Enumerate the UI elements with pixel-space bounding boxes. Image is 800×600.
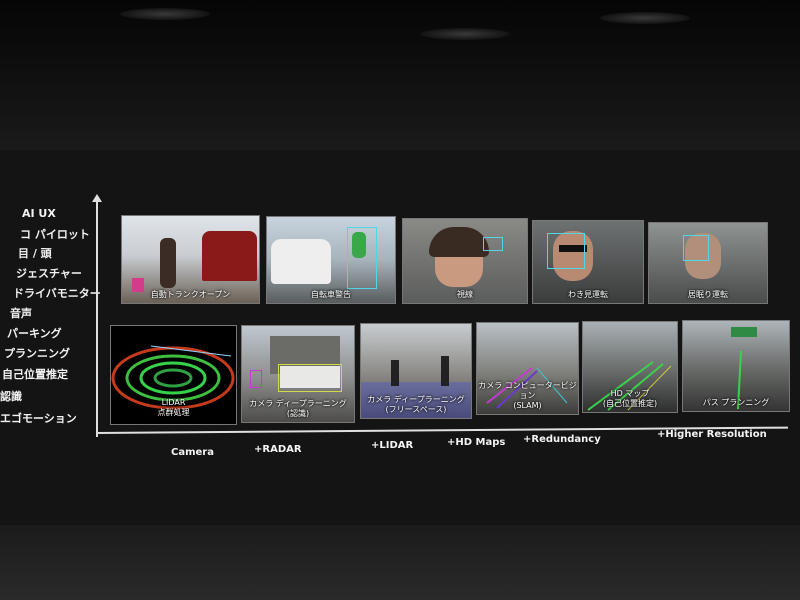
detection-box xyxy=(278,364,342,392)
tile-gaze: 視線 xyxy=(402,218,528,304)
person-shape xyxy=(160,238,176,288)
axis-label-gesture: ジェスチャー xyxy=(16,267,82,280)
tile-caption: わき見運転 xyxy=(568,290,608,299)
tile-caption: カメラ ディープラーニング (フリースペース) xyxy=(361,395,471,415)
tile-drowsy-driving: 居眠り運転 xyxy=(648,222,768,304)
axis-label-planning: プランニング xyxy=(4,347,70,360)
tile-caption: 居眠り運転 xyxy=(688,290,728,299)
x-label-camera: Camera xyxy=(171,447,214,458)
tile-hd-map: HD マップ (自己位置推定) xyxy=(582,321,678,413)
road-sign-shape xyxy=(731,327,757,337)
ceiling-light xyxy=(420,28,510,40)
tile-lidar: LIDAR 点群処理 xyxy=(110,325,237,425)
tile-caption: パス プランニング xyxy=(683,398,789,408)
detection-box xyxy=(683,235,709,261)
tile-distracted-driving: わき見運転 xyxy=(532,220,644,304)
axis-label-voice: 音声 xyxy=(10,307,32,320)
detection-box xyxy=(347,227,377,289)
axis-label-ai-ux: AI UX xyxy=(22,207,56,220)
tile-caption: 自動トランクオープン xyxy=(150,290,231,299)
tile-path-planning: パス プランニング xyxy=(682,320,790,412)
suv-shape xyxy=(202,231,257,281)
caption-line2: (認識) xyxy=(286,409,310,418)
axis-label-perception: 認識 xyxy=(0,390,22,403)
pedestrian-shape xyxy=(391,360,399,386)
caption-line1: LIDAR xyxy=(161,398,186,407)
caption-line1: HD マップ xyxy=(610,389,650,398)
axis-label-ego-motion: エゴモーション xyxy=(0,412,77,425)
tile-caption: HD マップ (自己位置推定) xyxy=(583,389,677,409)
axis-label-copilot: コ パイロット xyxy=(20,228,90,241)
caption-line1: カメラ コンピュータービジョン xyxy=(478,381,577,400)
caption-line2: (自己位置推定) xyxy=(602,399,658,408)
tile-camera-dl-freespace: カメラ ディープラーニング (フリースペース) xyxy=(360,323,472,419)
pedestrian-shape xyxy=(441,356,449,386)
tile-bicycle-warning: 自転車警告 xyxy=(266,216,396,304)
x-label-lidar: +LIDAR xyxy=(371,440,414,451)
axis-label-eye-head: 目 / 頭 xyxy=(18,247,52,260)
vertical-axis xyxy=(96,200,98,437)
detection-box xyxy=(547,233,585,269)
tile-auto-trunk: 自動トランクオープン xyxy=(121,215,260,304)
tile-camera-dl-perception: カメラ ディープラーニング (認識) xyxy=(241,325,355,423)
tile-camera-cv-slam: カメラ コンピュータービジョン (SLAM) xyxy=(476,322,579,415)
x-label-higher-resolution: +Higher Resolution xyxy=(657,429,767,440)
tile-caption: カメラ コンピュータービジョン (SLAM) xyxy=(477,381,578,411)
x-label-redundancy: +Redundancy xyxy=(523,434,601,445)
detection-box xyxy=(250,370,262,388)
tile-caption: 視線 xyxy=(457,290,473,299)
caption-line2: (SLAM) xyxy=(513,401,542,410)
caption-line1: カメラ ディープラーニング xyxy=(249,399,347,408)
axis-label-localization: 自己位置推定 xyxy=(2,368,68,381)
caption-line2: (フリースペース) xyxy=(385,405,447,414)
axis-label-driver-monitor: ドライバモニター xyxy=(13,287,101,300)
caption-line1: カメラ ディープラーニング xyxy=(367,395,465,404)
ceiling-light xyxy=(120,8,210,20)
floor xyxy=(0,525,800,600)
tile-caption: カメラ ディープラーニング (認識) xyxy=(242,399,354,419)
caption-line1: パス プランニング xyxy=(702,398,770,407)
caption-line2: 点群処理 xyxy=(157,408,190,417)
axis-label-parking: パーキング xyxy=(7,327,62,340)
hair-shape xyxy=(429,227,489,257)
tile-caption: LIDAR 点群処理 xyxy=(111,398,236,418)
x-label-hd-maps: +HD Maps xyxy=(447,437,506,448)
ceiling-light xyxy=(600,12,690,24)
ceiling xyxy=(0,0,800,150)
tile-caption: 自転車警告 xyxy=(311,290,351,299)
car-shape xyxy=(271,239,331,284)
detection-box xyxy=(483,237,503,251)
x-label-radar: +RADAR xyxy=(254,444,302,455)
